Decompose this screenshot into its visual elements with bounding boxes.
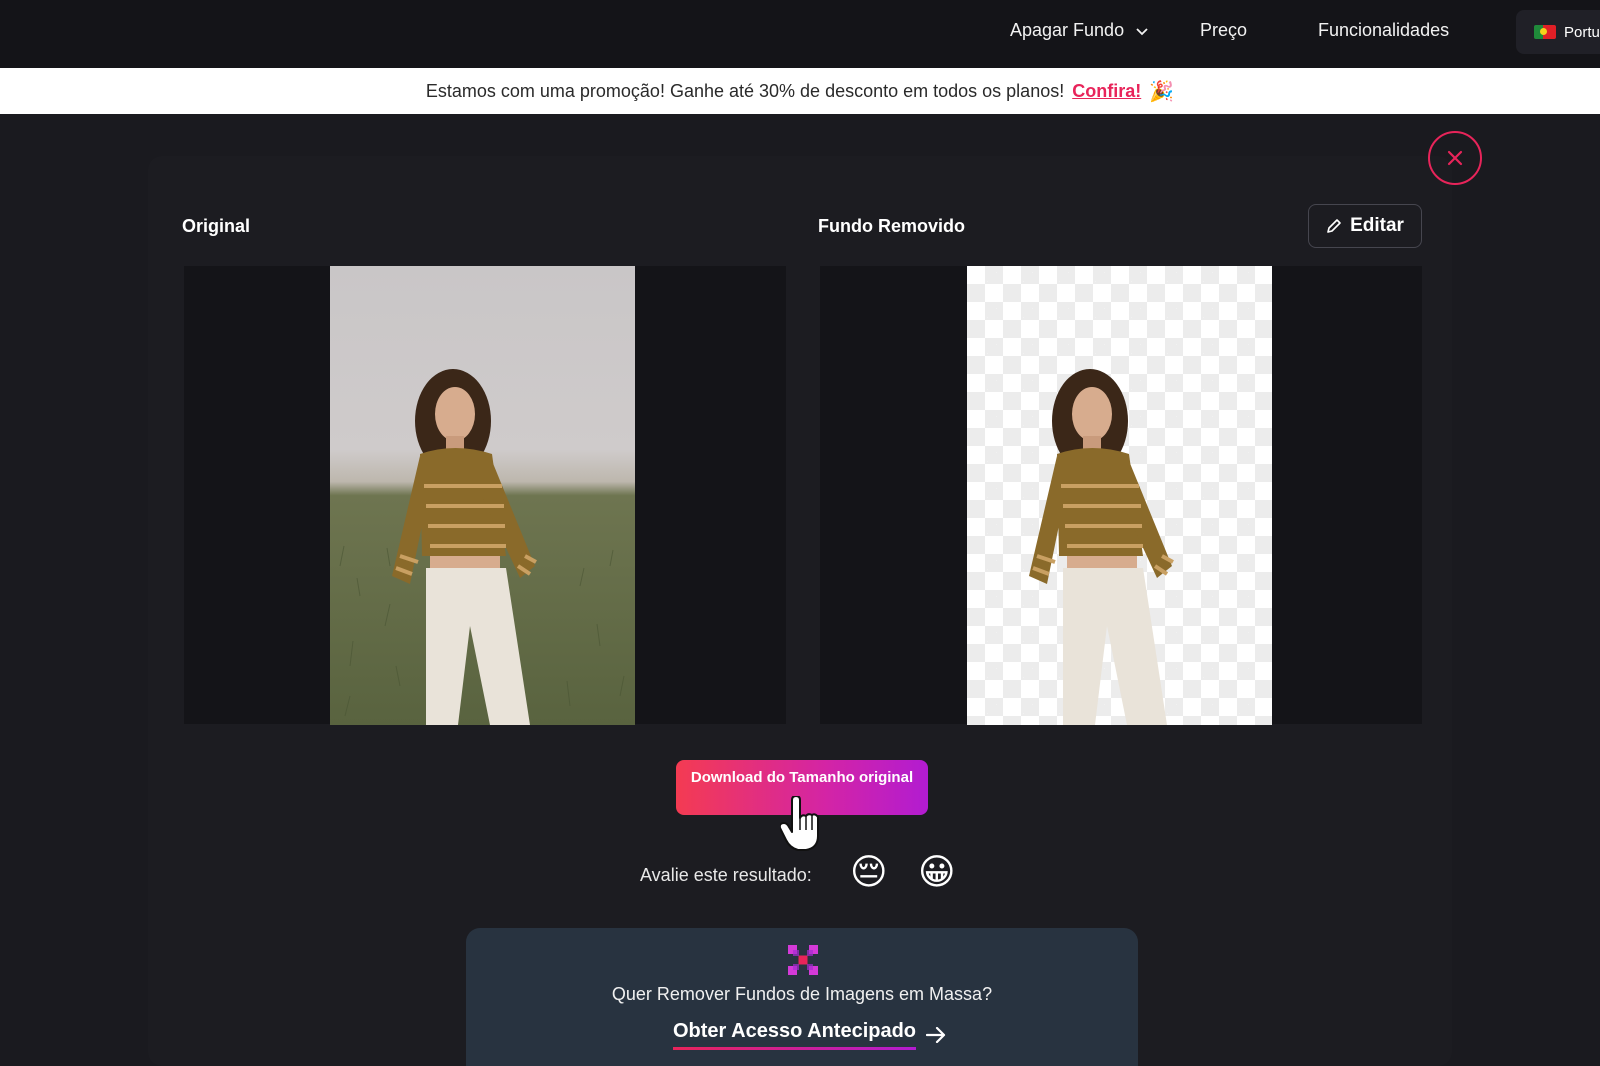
original-label: Original — [182, 216, 251, 236]
party-popper-icon: 🎉 — [1149, 80, 1175, 103]
chevron-down-icon — [1136, 27, 1148, 35]
hand-cursor-icon — [780, 796, 819, 851]
bulk-question: Quer Remover Fundos de Imagens em Massa? — [611, 984, 993, 1004]
nav-apagar-fundo[interactable]: Apagar Fundo — [1010, 20, 1150, 41]
nav-funcionalidades-label: Funcionalidades — [1318, 20, 1450, 40]
rating-label: Avalie este resultado: — [640, 865, 812, 885]
woman-figure-cutout — [1029, 369, 1174, 725]
language-selector[interactable]: Portu — [1516, 10, 1600, 54]
original-photo — [330, 266, 635, 725]
woman-figure-original — [339, 369, 625, 725]
early-access-label: Obter Acesso Antecipado — [673, 1020, 917, 1050]
language-label: Portu — [1564, 23, 1600, 41]
promo-banner: Estamos com uma promoção! Ganhe até 30% … — [0, 68, 1600, 114]
close-button[interactable] — [1428, 131, 1482, 185]
pencil-icon — [1327, 219, 1341, 233]
rate-good-emoji-icon[interactable]: 😀 — [918, 852, 956, 892]
removed-background-label: Fundo Removido — [818, 216, 965, 236]
promo-link[interactable]: Confira! — [1072, 81, 1141, 102]
nav-apagar-fundo-label: Apagar Fundo — [1010, 20, 1125, 40]
early-access-link[interactable]: Obter Acesso Antecipado — [673, 1020, 946, 1050]
removed-background-photo — [967, 266, 1272, 725]
rate-bad-emoji-icon[interactable]: 😔 — [850, 852, 888, 892]
promo-text: Estamos com uma promoção! Ganhe até 30% … — [425, 80, 1065, 101]
portugal-flag-icon — [1534, 25, 1556, 39]
edit-button[interactable]: Editar — [1308, 204, 1422, 248]
nav-preco-label: Preço — [1200, 20, 1248, 40]
grid-pattern-icon — [788, 945, 818, 975]
edit-button-label: Editar — [1350, 215, 1404, 236]
close-icon — [1447, 150, 1463, 166]
arrow-right-icon — [926, 1027, 946, 1043]
top-navbar: Apagar Fundo Preço Funcionalidades Portu — [0, 0, 1600, 68]
nav-preco[interactable]: Preço — [1200, 20, 1247, 41]
nav-funcionalidades[interactable]: Funcionalidades — [1318, 20, 1449, 41]
